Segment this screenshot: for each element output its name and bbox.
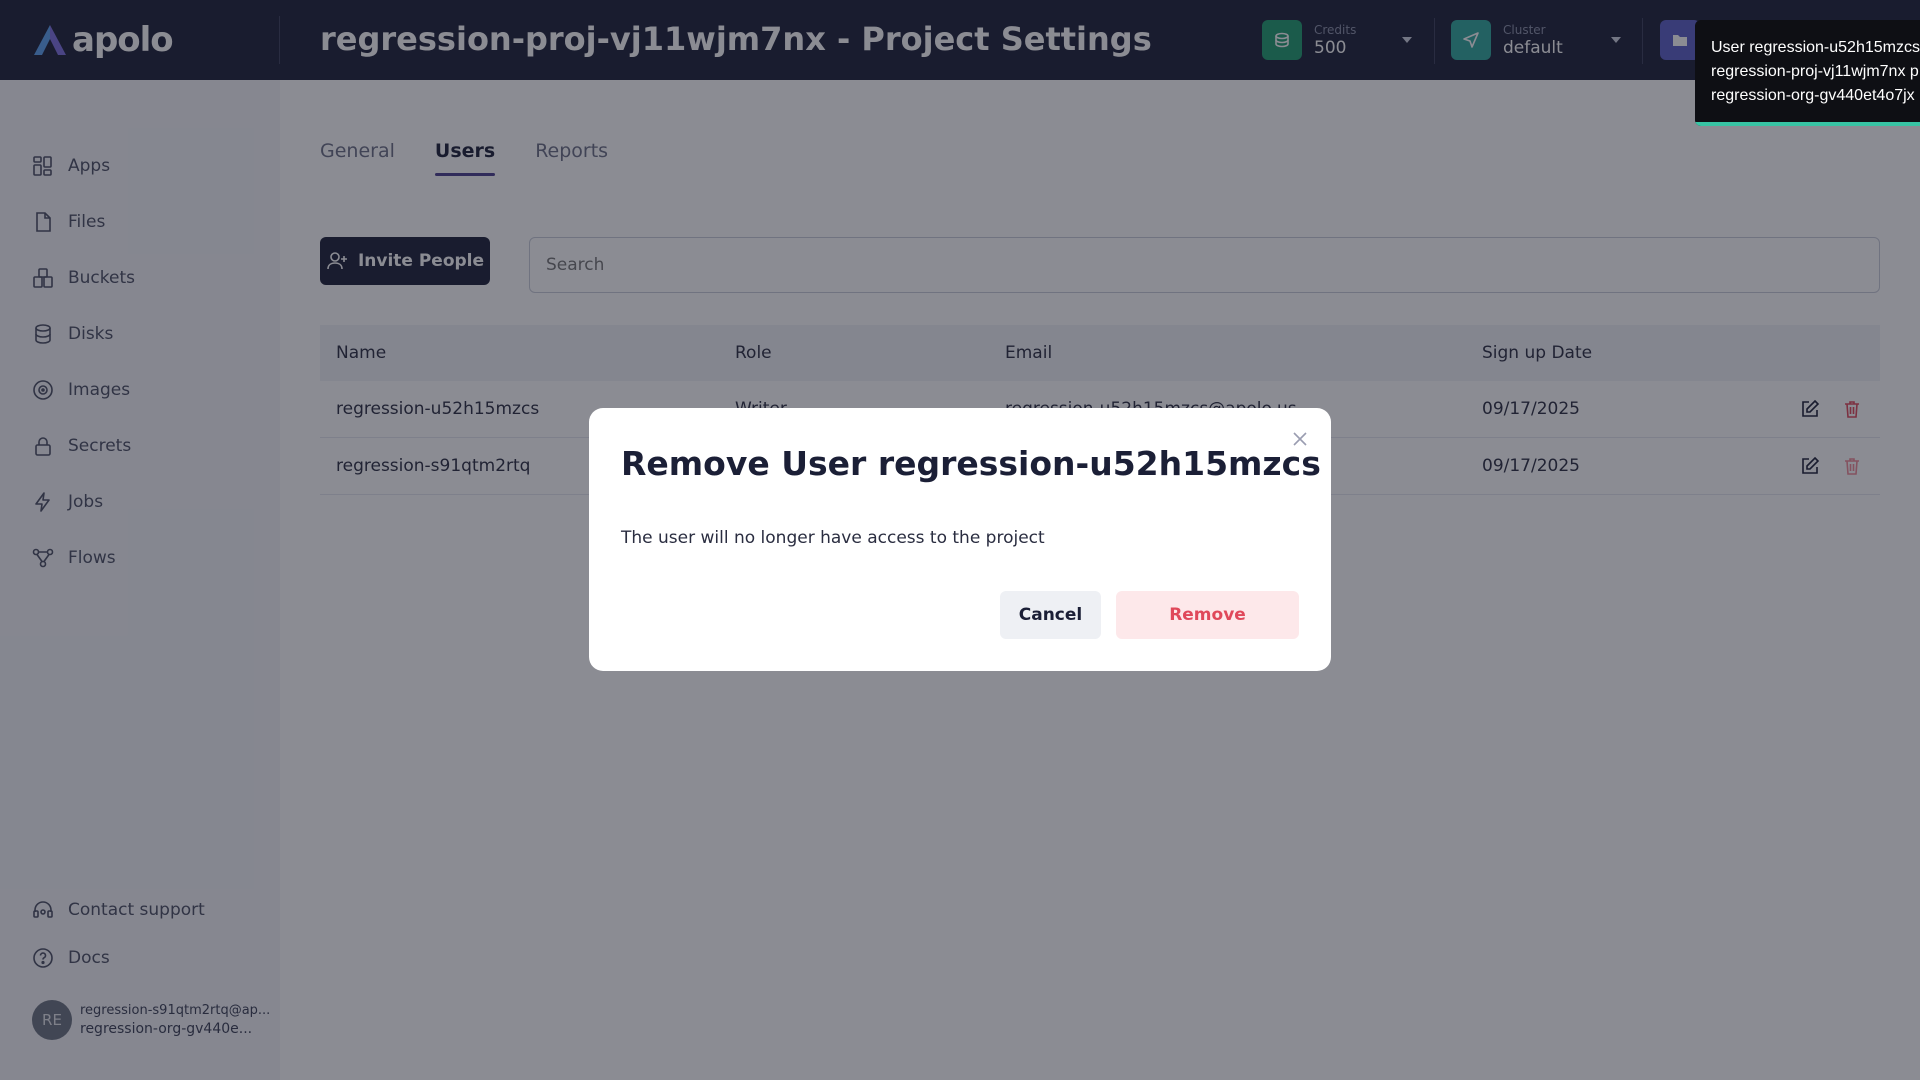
notification-toast[interactable]: User regression-u52h15mzcs regression-pr… xyxy=(1695,20,1920,126)
toast-progress-bar xyxy=(1695,122,1920,126)
remove-user-dialog: Remove User regression-u52h15mzcs The us… xyxy=(589,408,1331,671)
dialog-title: Remove User regression-u52h15mzcs xyxy=(621,444,1321,483)
toast-line: User regression-u52h15mzcs xyxy=(1711,39,1920,56)
toast-line: regression-proj-vj11wjm7nx p xyxy=(1711,63,1919,80)
remove-button[interactable]: Remove xyxy=(1116,591,1299,639)
toast-line: regression-org-gv440et4o7jx xyxy=(1711,87,1915,104)
dialog-message: The user will no longer have access to t… xyxy=(621,528,1045,548)
cancel-button[interactable]: Cancel xyxy=(1000,591,1101,639)
